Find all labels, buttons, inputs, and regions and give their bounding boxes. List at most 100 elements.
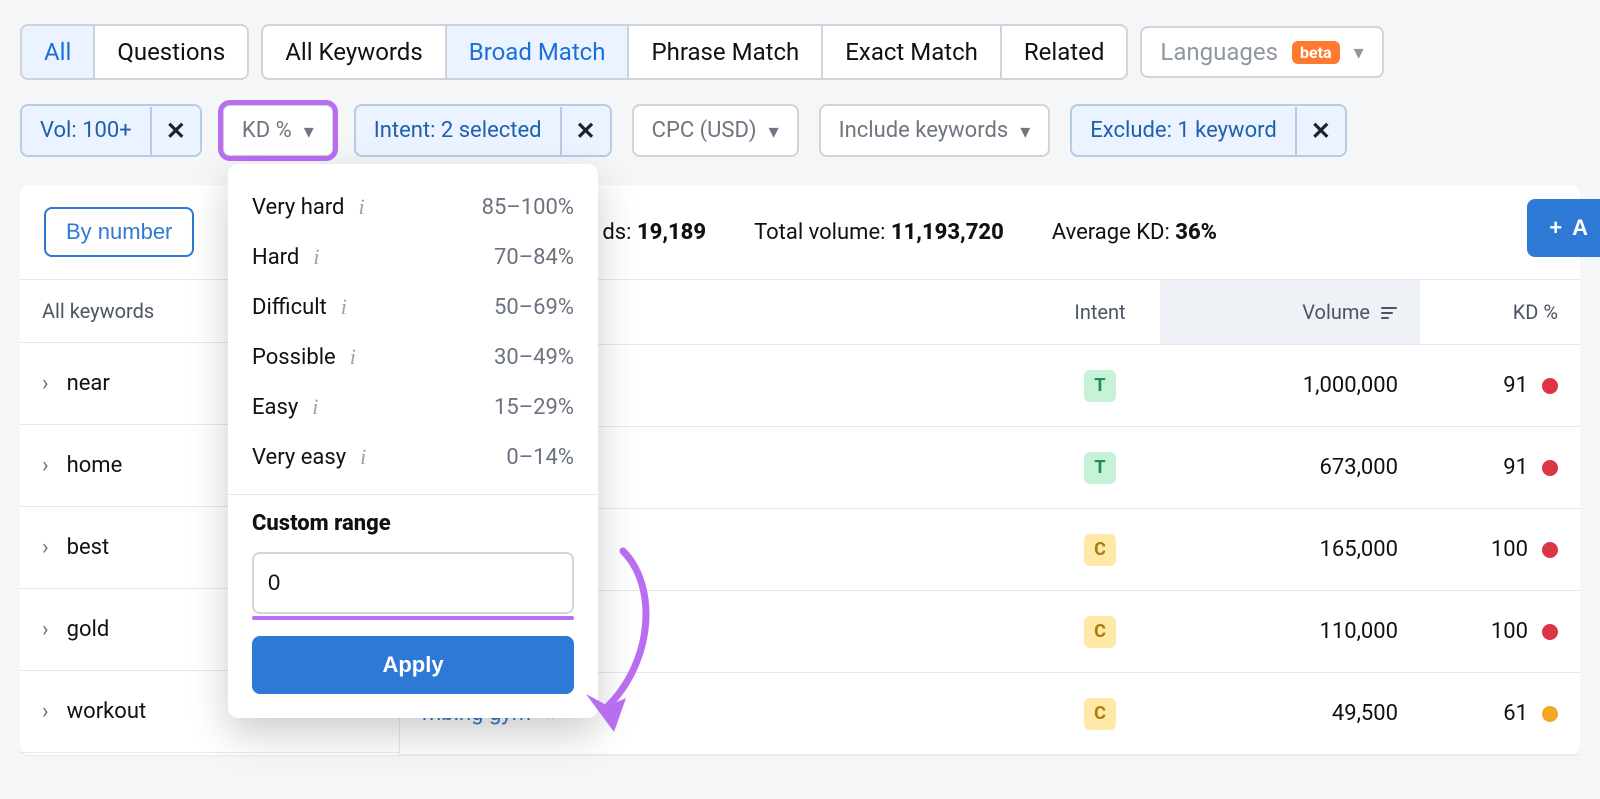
filter-exclude[interactable]: Exclude: 1 keyword ✕: [1070, 104, 1347, 157]
cell-kd: 91: [1420, 373, 1580, 398]
cell-kd: 61: [1420, 701, 1580, 726]
sidebar-item-label: gold: [67, 617, 110, 642]
tab-group-scope: All Questions: [20, 24, 249, 80]
intent-badge: T: [1084, 370, 1116, 402]
kd-option-label: Difficult: [252, 295, 327, 320]
cell-volume: 1,000,000: [1160, 373, 1420, 398]
filter-exclude-label: Exclude: 1 keyword: [1072, 106, 1294, 155]
by-number-button[interactable]: By number: [44, 207, 194, 257]
filter-kd-label: KD %: [242, 118, 292, 143]
sort-desc-icon: [1380, 303, 1398, 321]
info-icon: i: [358, 194, 364, 220]
info-icon: i: [313, 244, 319, 270]
kd-option-very-hard[interactable]: Very hard i 85–100%: [228, 182, 598, 232]
chevron-down-icon: ▾: [304, 119, 314, 143]
cell-intent: C: [1040, 616, 1160, 648]
custom-range-inputs: [252, 552, 574, 614]
kd-option-label: Hard: [252, 245, 299, 270]
kd-option-range: 0–14%: [506, 445, 574, 470]
kd-dot-icon: [1542, 542, 1558, 558]
languages-dropdown[interactable]: Languages beta ▾: [1140, 26, 1383, 78]
chevron-down-icon: ▾: [1354, 40, 1364, 64]
cell-volume: 110,000: [1160, 619, 1420, 644]
sidebar-item-label: near: [67, 371, 110, 396]
info-icon: i: [350, 344, 356, 370]
info-icon: i: [312, 394, 318, 420]
filter-include-label: Include keywords: [839, 118, 1009, 143]
col-intent[interactable]: Intent: [1040, 280, 1160, 344]
tab-questions[interactable]: Questions: [95, 26, 247, 78]
beta-badge: beta: [1292, 41, 1340, 64]
kd-option-label: Very hard: [252, 195, 344, 220]
filter-intent[interactable]: Intent: 2 selected ✕: [354, 104, 612, 157]
cell-volume: 49,500: [1160, 701, 1420, 726]
filter-volume-close[interactable]: ✕: [150, 107, 200, 155]
tab-all-keywords[interactable]: All Keywords: [263, 26, 447, 78]
tab-all[interactable]: All: [22, 26, 95, 78]
kd-option-label: Easy: [252, 395, 298, 420]
chevron-down-icon: ▾: [769, 119, 779, 143]
tab-broad-match[interactable]: Broad Match: [447, 26, 630, 78]
cell-intent: C: [1040, 698, 1160, 730]
chevron-right-icon: ›: [42, 699, 49, 724]
tab-related[interactable]: Related: [1002, 26, 1127, 78]
kd-option-range: 15–29%: [494, 395, 574, 420]
add-button[interactable]: + A: [1527, 199, 1600, 257]
stat-keywords: ds: 19,189: [602, 220, 706, 245]
range-to-input[interactable]: [570, 554, 574, 612]
info-icon: i: [341, 294, 347, 320]
kd-popover: Very hard i 85–100% Hardi70–84% Difficult i 50…: [228, 164, 598, 718]
kd-option-label: Possible: [252, 345, 336, 370]
col-kd[interactable]: KD %: [1420, 280, 1580, 344]
info-icon: i: [360, 444, 366, 470]
filter-include[interactable]: Include keywords ▾: [819, 104, 1051, 157]
range-from-input[interactable]: [254, 554, 570, 612]
filter-volume-label: Vol: 100+: [22, 106, 150, 155]
kd-dot-icon: [1542, 460, 1558, 476]
col-volume[interactable]: Volume: [1160, 280, 1420, 344]
chevron-right-icon: ›: [42, 535, 49, 560]
filter-volume[interactable]: Vol: 100+ ✕: [20, 104, 202, 157]
cell-volume: 165,000: [1160, 537, 1420, 562]
filter-cpc[interactable]: CPC (USD) ▾: [632, 104, 799, 157]
kd-option-very-easy[interactable]: Very easy i 0–14%: [228, 432, 598, 482]
cell-kd: 91: [1420, 455, 1580, 480]
filter-intent-label: Intent: 2 selected: [356, 106, 560, 155]
stats-group: ds: 19,189 Total volume: 11,193,720 Aver…: [602, 220, 1217, 245]
annotation-underline: [252, 616, 574, 620]
kd-option-range: 50–69%: [494, 295, 574, 320]
stat-volume: Total volume: 11,193,720: [754, 220, 1004, 245]
filter-kd[interactable]: KD % ▾: [222, 104, 334, 157]
kd-dot-icon: [1542, 624, 1558, 640]
intent-badge: C: [1084, 616, 1116, 648]
chevron-down-icon: ▾: [1020, 119, 1030, 143]
kd-option-hard[interactable]: Hardi70–84%: [228, 232, 598, 282]
apply-button[interactable]: Apply: [252, 636, 574, 694]
tabs-row: All Questions All Keywords Broad Match P…: [0, 0, 1600, 104]
kd-option-difficult[interactable]: Difficult i 50–69%: [228, 282, 598, 332]
cell-intent: T: [1040, 452, 1160, 484]
filter-intent-close[interactable]: ✕: [560, 107, 610, 155]
kd-option-possible[interactable]: Possible i 30–49%: [228, 332, 598, 382]
cell-kd: 100: [1420, 537, 1580, 562]
tab-phrase-match[interactable]: Phrase Match: [629, 26, 823, 78]
tab-exact-match[interactable]: Exact Match: [823, 26, 1002, 78]
divider: [228, 494, 598, 495]
chevron-right-icon: ›: [42, 617, 49, 642]
intent-badge: T: [1084, 452, 1116, 484]
plus-icon: +: [1549, 215, 1562, 241]
cell-volume: 673,000: [1160, 455, 1420, 480]
kd-option-easy[interactable]: Easyi 15–29%: [228, 382, 598, 432]
kd-option-label: Very easy: [252, 445, 346, 470]
sidebar-item-label: workout: [67, 699, 147, 724]
kd-option-range: 85–100%: [482, 195, 574, 220]
filter-exclude-close[interactable]: ✕: [1295, 107, 1345, 155]
cell-intent: T: [1040, 370, 1160, 402]
cell-intent: C: [1040, 534, 1160, 566]
intent-badge: C: [1084, 534, 1116, 566]
kd-dot-icon: [1542, 706, 1558, 722]
stat-kd: Average KD: 36%: [1052, 220, 1217, 245]
kd-option-range: 30–49%: [494, 345, 574, 370]
languages-label: Languages: [1160, 38, 1278, 66]
filter-cpc-label: CPC (USD): [652, 118, 757, 143]
